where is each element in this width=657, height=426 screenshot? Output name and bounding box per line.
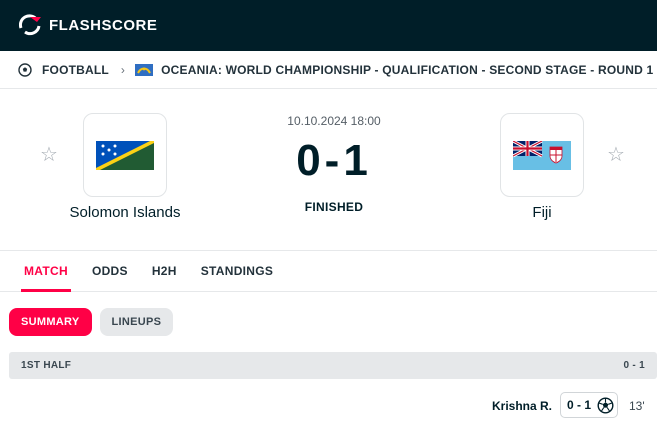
breadcrumb-sport[interactable]: FOOTBALL — [18, 63, 109, 77]
breadcrumb-sport-label: FOOTBALL — [42, 62, 109, 77]
away-team-logo[interactable] — [500, 113, 584, 197]
half-score: 0 - 1 — [623, 360, 645, 371]
half-label: 1ST HALF — [21, 360, 72, 371]
favorite-away-star-icon[interactable]: ☆ — [607, 145, 625, 165]
half-header: 1ST HALF 0 - 1 — [9, 352, 657, 379]
subtab-lineups[interactable]: LINEUPS — [99, 308, 174, 336]
solomon-islands-flag-icon — [96, 140, 154, 170]
breadcrumb-competition-label: OCEANIA: WORLD CHAMPIONSHIP - QUALIFICAT… — [161, 62, 654, 77]
tab-match[interactable]: MATCH — [12, 251, 80, 292]
fiji-flag-icon — [513, 140, 571, 170]
chevron-right-icon: › — [120, 62, 126, 77]
tab-odds[interactable]: ODDS — [80, 251, 140, 291]
match-tabs: MATCH ODDS H2H STANDINGS — [0, 251, 657, 292]
match-score: 0-1 — [296, 136, 372, 185]
home-team-name[interactable]: Solomon Islands — [55, 204, 195, 221]
match-status: FINISHED — [304, 200, 364, 214]
home-team-logo[interactable] — [83, 113, 167, 197]
subtab-summary[interactable]: SUMMARY — [9, 308, 92, 336]
breadcrumb: FOOTBALL › OCEANIA: WORLD CHAMPIONSHIP -… — [0, 51, 657, 89]
flashscore-logo[interactable]: FLASHSCORE — [19, 13, 157, 37]
summary-subtabs: SUMMARY LINEUPS — [9, 308, 174, 336]
tab-standings[interactable]: STANDINGS — [189, 251, 285, 291]
tab-h2h[interactable]: H2H — [140, 251, 189, 291]
match-header: ☆ Solomon Islands 10.10.2024 18:00 0-1 F… — [0, 89, 657, 251]
match-datetime: 10.10.2024 18:00 — [287, 114, 381, 128]
flashscore-logo-icon — [19, 14, 41, 36]
football-icon — [18, 62, 32, 77]
incident-row: Krishna R. 0 - 1 13' — [0, 392, 657, 420]
incident-score: 0 - 1 — [567, 398, 592, 412]
incident-player[interactable]: Krishna R. — [492, 399, 552, 413]
soccer-ball-icon — [597, 396, 614, 414]
oceania-flag-icon — [135, 63, 154, 76]
incident-score-box: 0 - 1 — [560, 392, 618, 418]
logo-text: FLASHSCORE — [49, 16, 158, 34]
favorite-home-star-icon[interactable]: ☆ — [40, 145, 58, 165]
incident-minute: 13' — [629, 399, 645, 413]
top-bar: FLASHSCORE — [0, 0, 657, 51]
away-team-name[interactable]: Fiji — [492, 204, 592, 221]
breadcrumb-competition[interactable]: OCEANIA: WORLD CHAMPIONSHIP - QUALIFICAT… — [135, 63, 653, 77]
